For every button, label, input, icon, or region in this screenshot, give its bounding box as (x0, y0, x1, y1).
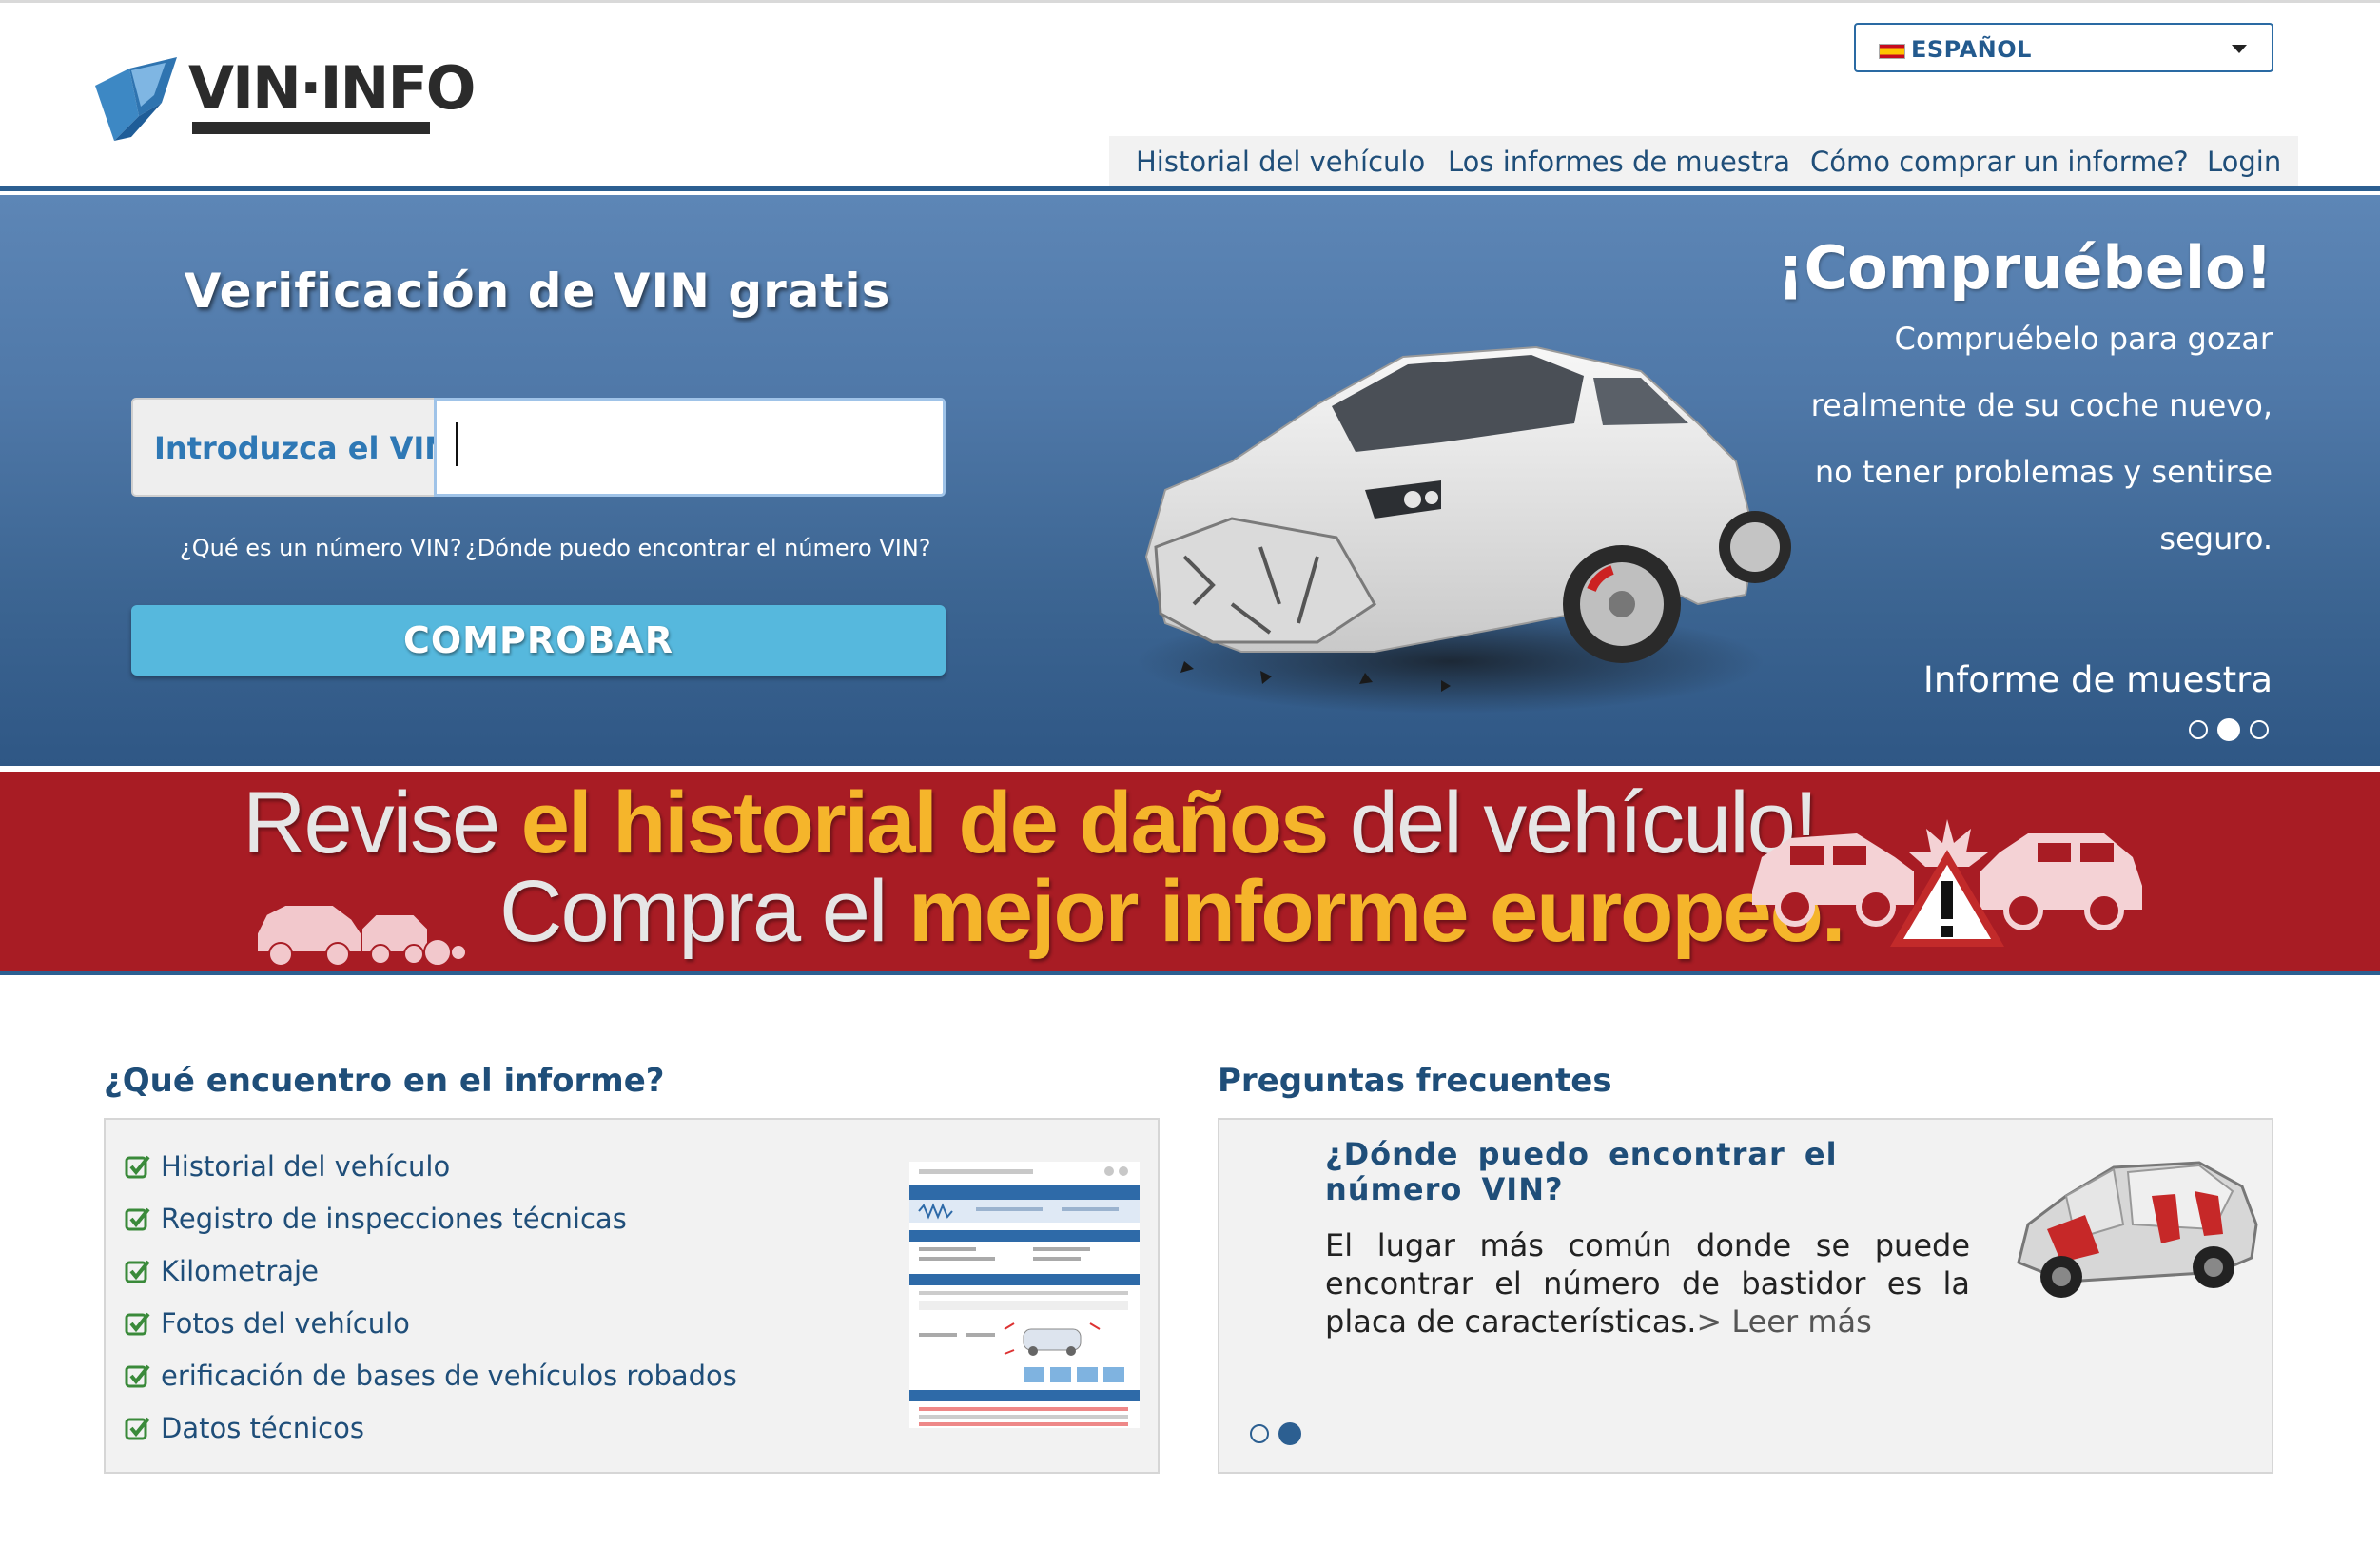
sample-report-thumbnail[interactable] (909, 1162, 1140, 1428)
check-button[interactable]: COMPROBAR (131, 605, 946, 676)
crashed-car-image (1137, 345, 1791, 714)
sample-report-link[interactable]: Informe de muestra (1923, 659, 2273, 700)
report-section-title: ¿Qué encuentro en el informe? (104, 1062, 665, 1100)
carousel-dot[interactable] (2189, 720, 2208, 739)
promo-text-line: no tener problemas y sentirse (1814, 454, 2273, 490)
language-select[interactable]: ESPAÑOL (1854, 23, 2273, 72)
vin-input[interactable] (434, 398, 946, 497)
faq-section-title: Preguntas frecuentes (1218, 1062, 1612, 1100)
feature-label: erificación de bases de vehículos robado… (161, 1360, 737, 1392)
carousel-dot-active[interactable] (2217, 718, 2240, 741)
banner-highlight: mejor informe europeo. (907, 863, 1845, 960)
vehicles-icon (256, 904, 466, 967)
carousel-dot-active[interactable] (1278, 1422, 1301, 1445)
banner-line-1: Revise el historial de daños del vehícul… (243, 774, 1818, 871)
top-border (0, 0, 2380, 3)
check-square-icon (125, 1155, 150, 1179)
vin-label: Introduzca el VIN (154, 430, 451, 466)
carousel-dot[interactable] (1250, 1424, 1269, 1443)
faq-carousel-dots (1250, 1422, 1307, 1445)
check-square-icon (125, 1364, 150, 1388)
vin-label-box: Introduzca el VIN (131, 398, 450, 497)
check-square-icon (125, 1312, 150, 1336)
banner-line-2: Compra el mejor informe europeo. (499, 863, 1845, 960)
feature-label: Registro de inspecciones técnicas (161, 1203, 627, 1235)
check-square-icon (125, 1260, 150, 1283)
promo-banner[interactable]: Revise el historial de daños del vehícul… (0, 772, 2380, 975)
vin-form: Introduzca el VIN (131, 398, 946, 497)
check-square-icon (125, 1417, 150, 1440)
site-logo[interactable]: VIN·INFO (93, 53, 477, 145)
report-features-panel: Historial del vehículo Registro de inspe… (104, 1118, 1160, 1474)
read-more-link[interactable]: > Leer más (1696, 1303, 1871, 1340)
car-crash-warning-icon (1752, 819, 2142, 947)
text-cursor (456, 422, 458, 466)
where-vin-link[interactable]: ¿Dónde puedo encontrar el número VIN? (465, 535, 931, 561)
feature-label: Datos técnicos (161, 1412, 364, 1444)
car-chassis-image (2017, 1161, 2258, 1298)
faq-answer-text: El lugar más común donde se puede encont… (1325, 1227, 1970, 1340)
language-label: ESPAÑOL (1911, 36, 2032, 63)
logo-text: VIN·INFO (188, 53, 477, 123)
promo-text-line: Compruébelo para gozar (1894, 321, 2273, 357)
nav-vehicle-history[interactable]: Historial del vehículo (1136, 146, 1425, 178)
nav-how-to-buy[interactable]: Cómo comprar un informe? (1810, 146, 2189, 178)
carousel-dot[interactable] (2250, 720, 2269, 739)
feature-label: Historial del vehículo (161, 1150, 451, 1183)
nav-divider (0, 186, 2380, 191)
what-is-vin-link[interactable]: ¿Qué es un número VIN? (180, 535, 462, 561)
promo-text-line: realmente de su coche nuevo, (1810, 387, 2273, 423)
hero-carousel-dots (2189, 718, 2274, 743)
logo-underline (192, 122, 430, 134)
hero-title: Verificación de VIN gratis (184, 264, 891, 319)
faq-panel: ¿Dónde puedo encontrar el número VIN? El… (1218, 1118, 2273, 1474)
feature-label: Kilometraje (161, 1255, 319, 1287)
faq-answer: El lugar más común donde se puede encont… (1325, 1226, 1970, 1341)
feature-label: Fotos del vehículo (161, 1307, 410, 1340)
nav-login[interactable]: Login (2207, 146, 2281, 178)
logo-icon (95, 57, 177, 141)
banner-highlight: el historial de daños (520, 774, 1330, 871)
check-button-label: COMPROBAR (402, 619, 674, 661)
nav-sample-reports[interactable]: Los informes de muestra (1448, 146, 1790, 178)
promo-text-line: seguro. (2159, 520, 2273, 557)
main-nav: Historial del vehículo Los informes de m… (1109, 136, 2298, 189)
promo-title: ¡Compruébelo! (1777, 233, 2273, 303)
hero-section: Verificación de VIN gratis Introduzca el… (0, 195, 2380, 766)
faq-question[interactable]: ¿Dónde puedo encontrar el número VIN? (1325, 1137, 1896, 1207)
check-square-icon (125, 1207, 150, 1231)
spanish-flag-icon (1879, 44, 1905, 59)
chevron-down-icon (2232, 45, 2247, 53)
